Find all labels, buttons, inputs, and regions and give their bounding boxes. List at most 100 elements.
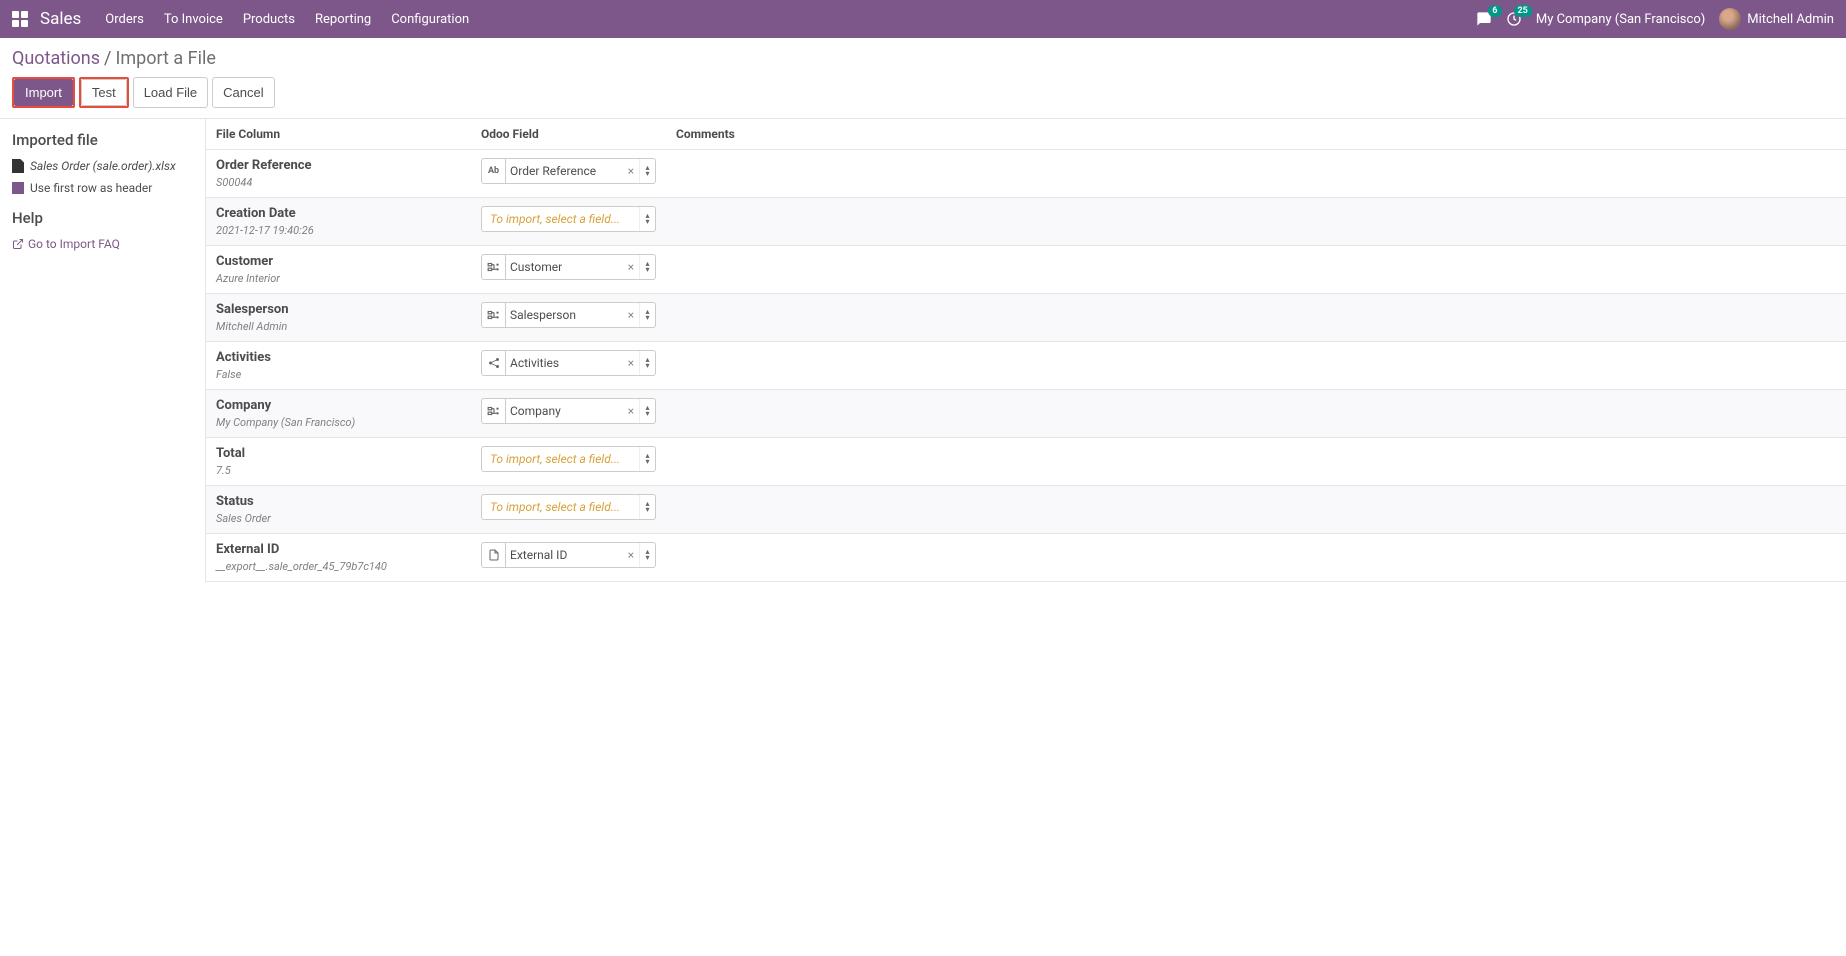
- first-row-label: Use first row as header: [30, 181, 152, 195]
- field-text: Customer: [506, 260, 623, 274]
- field-select[interactable]: To import, select a field...: [481, 206, 656, 232]
- first-row-checkbox[interactable]: Use first row as header: [12, 181, 193, 195]
- rows-container: Order Reference S00044AbOrder Reference× C…: [206, 150, 1846, 582]
- row-sample: __export__.sale_order_45_79b7c140: [216, 560, 481, 573]
- help-title: Help: [12, 209, 193, 227]
- updown-icon[interactable]: [639, 207, 655, 231]
- table-row: Activities FalseActivities×: [206, 342, 1846, 390]
- breadcrumb-link[interactable]: Quotations: [12, 48, 100, 69]
- row-sample: Azure Interior: [216, 272, 481, 285]
- apps-icon[interactable]: [12, 11, 28, 27]
- row-sample: Mitchell Admin: [216, 320, 481, 333]
- field-select[interactable]: Company×: [481, 398, 656, 424]
- faq-link-label: Go to Import FAQ: [28, 237, 120, 251]
- main-area: File Column Odoo Field Comments Order Re…: [205, 119, 1846, 582]
- import-button[interactable]: Import: [14, 79, 73, 106]
- file-line: Sales Order (sale.order).xlsx: [12, 159, 193, 173]
- highlight-test: Test: [79, 77, 129, 108]
- table-row: Creation Date 2021-12-17 19:40:26To impor…: [206, 198, 1846, 246]
- field-text: Salesperson: [506, 308, 623, 322]
- activities-icon[interactable]: 25: [1506, 11, 1522, 27]
- field-select[interactable]: Salesperson×: [481, 302, 656, 328]
- header-area: Quotations/Import a File Import Test Loa…: [0, 38, 1846, 108]
- field-select[interactable]: Customer×: [481, 254, 656, 280]
- field-text: Company: [506, 404, 623, 418]
- nav-to-invoice[interactable]: To Invoice: [164, 12, 223, 27]
- clear-icon[interactable]: ×: [623, 356, 639, 370]
- row-label: Customer: [216, 254, 481, 269]
- nav-right: 6 25 My Company (San Francisco) Mitchell…: [1476, 8, 1834, 30]
- row-sample: 2021-12-17 19:40:26: [216, 224, 481, 237]
- header-file-column: File Column: [216, 127, 481, 141]
- row-label: External ID: [216, 542, 481, 557]
- row-sample: My Company (San Francisco): [216, 416, 481, 429]
- file-icon: [12, 159, 24, 173]
- nav-menu: Orders To Invoice Products Reporting Con…: [105, 12, 1476, 27]
- field-text: Order Reference: [506, 164, 623, 178]
- updown-icon[interactable]: [639, 543, 655, 567]
- clear-icon[interactable]: ×: [623, 548, 639, 562]
- navbar: Sales Orders To Invoice Products Reporti…: [0, 0, 1846, 38]
- table-row: CustomerAzure InteriorCustomer×: [206, 246, 1846, 294]
- breadcrumb: Quotations/Import a File: [12, 48, 1834, 69]
- table-row: Total7.5To import, select a field...: [206, 438, 1846, 486]
- table-row: Status Sales OrderTo import, select a fie…: [206, 486, 1846, 534]
- nav-configuration[interactable]: Configuration: [391, 12, 469, 27]
- field-text: External ID: [506, 548, 623, 562]
- filename: Sales Order (sale.order).xlsx: [30, 159, 176, 173]
- load-file-button[interactable]: Load File: [133, 77, 208, 108]
- updown-icon[interactable]: [639, 159, 655, 183]
- imported-file-title: Imported file: [12, 131, 193, 149]
- row-label: Salesperson: [216, 302, 481, 317]
- nav-orders[interactable]: Orders: [105, 12, 144, 27]
- avatar: [1719, 8, 1741, 30]
- field-select[interactable]: AbOrder Reference×: [481, 158, 656, 184]
- updown-icon[interactable]: [639, 351, 655, 375]
- updown-icon[interactable]: [639, 303, 655, 327]
- table-row: External ID __export__.sale_order_45_79b7…: [206, 534, 1846, 582]
- content-wrap: Imported file Sales Order (sale.order).x…: [0, 118, 1846, 582]
- clear-icon[interactable]: ×: [623, 164, 639, 178]
- field-text: To import, select a field...: [482, 500, 639, 514]
- field-type-icon: [482, 351, 506, 375]
- field-text: Activities: [506, 356, 623, 370]
- table-row: SalespersonMitchell AdminSalesperson×: [206, 294, 1846, 342]
- row-sample: False: [216, 368, 481, 381]
- test-button[interactable]: Test: [81, 79, 127, 106]
- table-row: CompanyMy Company (San Francisco)Company…: [206, 390, 1846, 438]
- clear-icon[interactable]: ×: [623, 404, 639, 418]
- user-name-label: Mitchell Admin: [1747, 12, 1834, 27]
- header-comments: Comments: [676, 127, 1836, 141]
- field-select[interactable]: External ID×: [481, 542, 656, 568]
- table-row: Order Reference S00044AbOrder Reference×: [206, 150, 1846, 198]
- nav-reporting[interactable]: Reporting: [315, 12, 371, 27]
- clear-icon[interactable]: ×: [623, 260, 639, 274]
- table-header: File Column Odoo Field Comments: [206, 119, 1846, 150]
- row-sample: 7.5: [216, 464, 481, 477]
- field-select[interactable]: Activities×: [481, 350, 656, 376]
- row-label: Status: [216, 494, 481, 509]
- updown-icon[interactable]: [639, 447, 655, 471]
- clear-icon[interactable]: ×: [623, 308, 639, 322]
- row-label: Creation Date: [216, 206, 481, 221]
- field-select[interactable]: To import, select a field...: [481, 494, 656, 520]
- updown-icon[interactable]: [639, 255, 655, 279]
- row-sample: Sales Order: [216, 512, 481, 525]
- row-label: Company: [216, 398, 481, 413]
- field-select[interactable]: To import, select a field...: [481, 446, 656, 472]
- app-title[interactable]: Sales: [40, 9, 81, 29]
- row-sample: S00044: [216, 176, 481, 189]
- company-switcher[interactable]: My Company (San Francisco): [1536, 12, 1705, 27]
- faq-link[interactable]: Go to Import FAQ: [12, 237, 193, 251]
- cancel-button[interactable]: Cancel: [212, 77, 274, 108]
- updown-icon[interactable]: [639, 495, 655, 519]
- messages-badge: 6: [1488, 5, 1502, 17]
- field-type-icon: Ab: [482, 159, 506, 183]
- user-menu[interactable]: Mitchell Admin: [1719, 8, 1834, 30]
- field-type-icon: [482, 255, 506, 279]
- nav-products[interactable]: Products: [243, 12, 295, 27]
- field-text: To import, select a field...: [482, 212, 639, 226]
- messages-icon[interactable]: 6: [1476, 11, 1492, 27]
- header-odoo-field: Odoo Field: [481, 127, 676, 141]
- updown-icon[interactable]: [639, 399, 655, 423]
